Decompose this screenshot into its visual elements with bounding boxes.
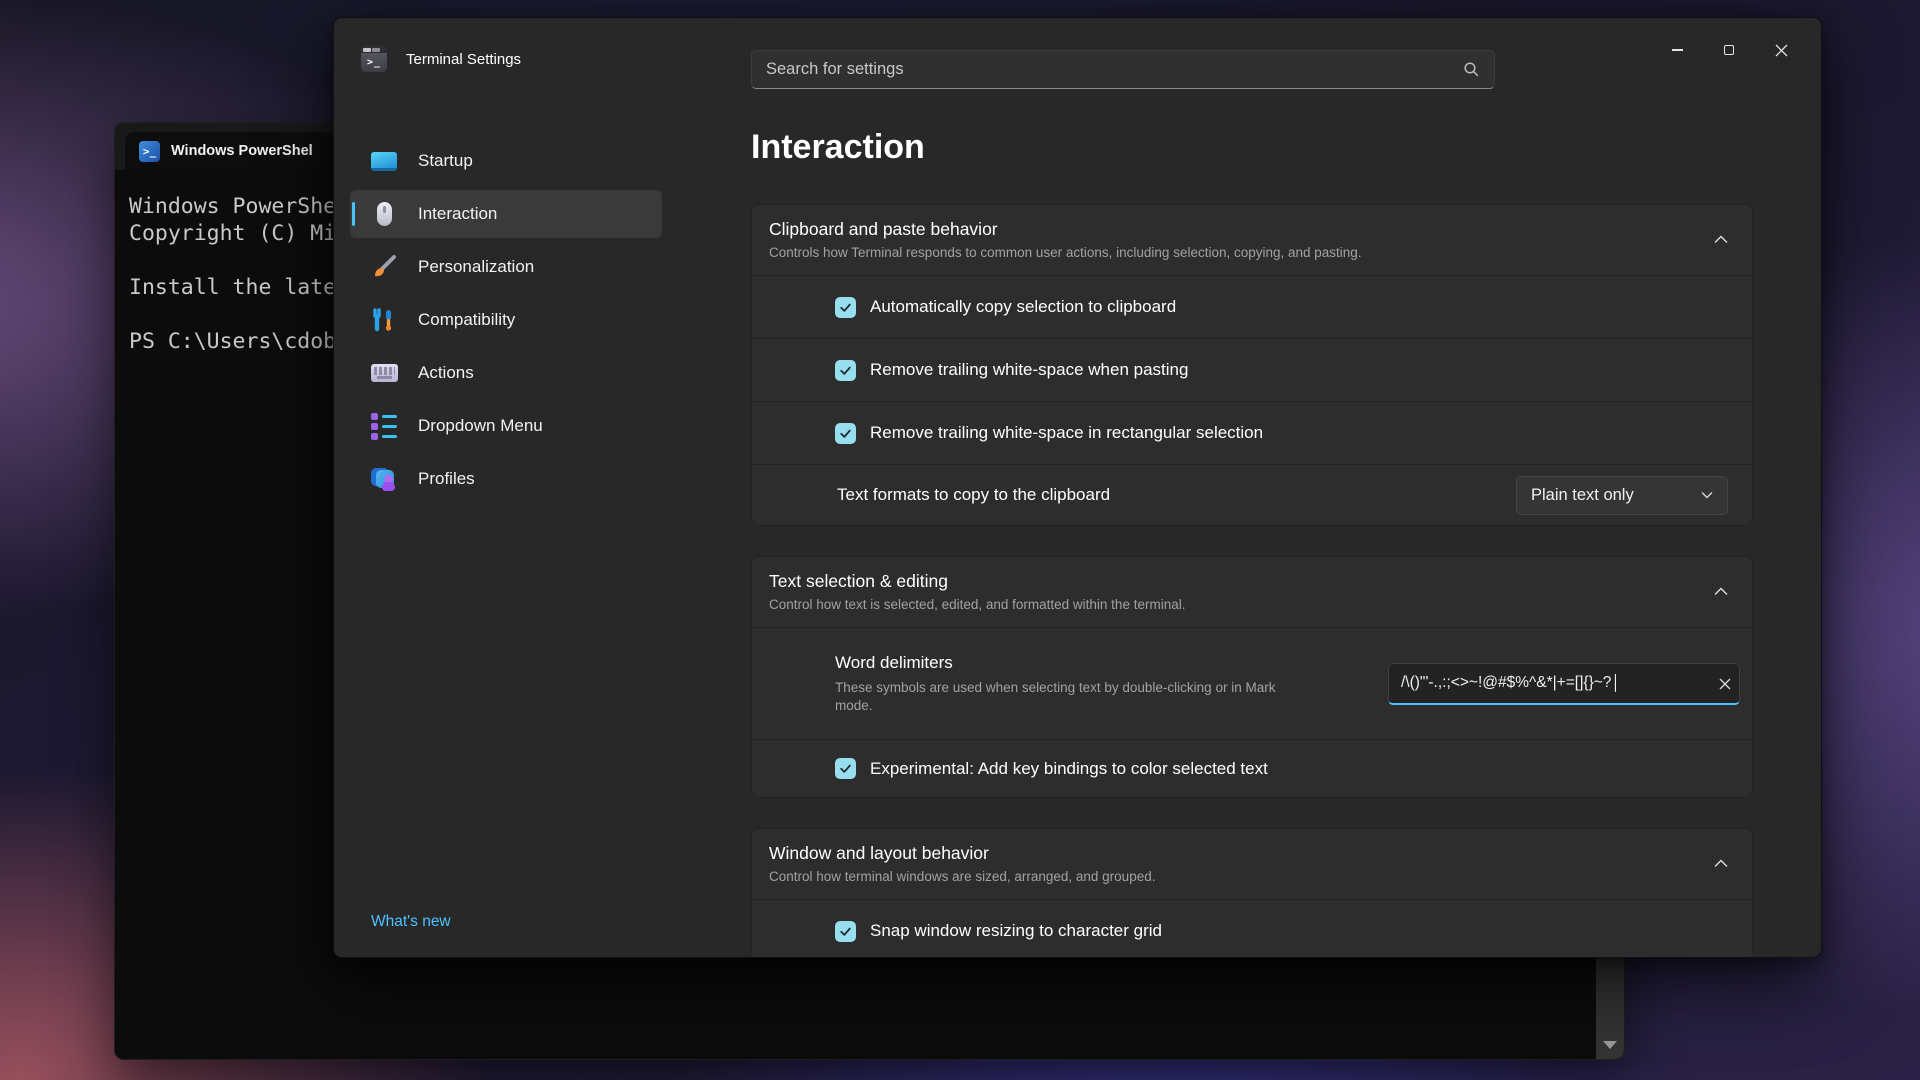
tools-icon — [370, 306, 398, 334]
setting-label: Automatically copy selection to clipboar… — [870, 297, 1177, 316]
check-icon — [840, 303, 851, 312]
settings-content: Interaction Clipboard and paste behavior… — [751, 128, 1753, 957]
close-icon — [1719, 678, 1731, 689]
setting-label: Word delimiters — [835, 653, 953, 672]
scroll-down-arrow-icon[interactable] — [1603, 1041, 1617, 1049]
window-controls — [1651, 18, 1807, 82]
text-selection-card: Text selection & editing Control how tex… — [751, 556, 1753, 798]
page-title: Interaction — [751, 128, 925, 166]
keyboard-icon — [370, 359, 398, 387]
setting-label: Text formats to copy to the clipboard — [837, 485, 1111, 504]
powershell-tab-title: Windows PowerShel — [171, 143, 313, 159]
sidebar-item-profiles[interactable]: Profiles — [350, 455, 662, 503]
maximize-button[interactable] — [1703, 30, 1755, 70]
check-icon — [840, 366, 851, 375]
setting-row-auto-copy: Automatically copy selection to clipboar… — [752, 275, 1752, 338]
window-card-header[interactable]: Window and layout behavior Control how t… — [752, 829, 1752, 899]
settings-sidebar: Startup Interaction Personalization Comp… — [350, 137, 662, 508]
terminal-settings-icon: >_ — [361, 46, 387, 72]
setting-row-trim-paste: Remove trailing white-space when pasting — [752, 338, 1752, 401]
clear-input-button[interactable] — [1719, 663, 1731, 705]
sidebar-item-label: Compatibility — [418, 310, 516, 329]
chevron-up-icon[interactable] — [1714, 859, 1728, 868]
dropdown-selected-value: Plain text only — [1531, 485, 1634, 504]
terminal-settings-window: >_ Terminal Settings Startup — [333, 17, 1822, 958]
card-title: Clipboard and paste behavior — [769, 219, 998, 239]
sidebar-item-personalization[interactable]: Personalization — [350, 243, 662, 291]
word-delimiters-input[interactable] — [1388, 662, 1740, 705]
sidebar-item-compatibility[interactable]: Compatibility — [350, 296, 662, 344]
checkbox-checked[interactable] — [835, 359, 856, 381]
chevron-down-icon — [1701, 491, 1713, 499]
card-subtitle: Control how text is selected, edited, an… — [769, 597, 1186, 612]
card-title: Text selection & editing — [769, 571, 948, 591]
setting-row-experimental-keybindings: Experimental: Add key bindings to color … — [752, 739, 1752, 797]
paintbrush-icon — [370, 253, 398, 281]
monitor-icon — [370, 147, 398, 175]
chevron-up-icon[interactable] — [1714, 587, 1728, 596]
setting-label: Experimental: Add key bindings to color … — [870, 758, 1268, 778]
settings-search-box[interactable] — [751, 50, 1495, 89]
check-icon — [840, 429, 851, 438]
sidebar-item-label: Profiles — [418, 469, 475, 488]
check-icon — [840, 764, 851, 773]
sidebar-item-actions[interactable]: Actions — [350, 349, 662, 397]
whats-new-link[interactable]: What's new — [371, 913, 451, 931]
sidebar-item-label: Personalization — [418, 257, 535, 276]
setting-row-copy-formats: Text formats to copy to the clipboard Pl… — [752, 464, 1752, 525]
window-layout-card: Window and layout behavior Control how t… — [751, 828, 1753, 957]
close-button[interactable] — [1755, 30, 1807, 70]
minimize-icon — [1671, 49, 1683, 51]
setting-row-word-delimiters: Word delimiters These symbols are used w… — [752, 627, 1752, 739]
clipboard-card-header[interactable]: Clipboard and paste behavior Controls ho… — [752, 205, 1752, 275]
setting-label: Snap window resizing to character grid — [870, 921, 1162, 940]
card-title: Window and layout behavior — [769, 843, 989, 863]
copy-formats-dropdown[interactable]: Plain text only — [1516, 475, 1728, 515]
list-icon — [370, 412, 398, 440]
setting-row-trim-rect-selection: Remove trailing white-space in rectangul… — [752, 401, 1752, 464]
powershell-icon: >_ — [139, 140, 160, 162]
sidebar-item-label: Actions — [418, 363, 474, 382]
search-icon[interactable] — [1463, 61, 1480, 78]
clipboard-paste-card: Clipboard and paste behavior Controls ho… — [751, 204, 1753, 526]
mouse-icon — [370, 200, 398, 228]
selection-card-header[interactable]: Text selection & editing Control how tex… — [752, 557, 1752, 627]
setting-label: Remove trailing white-space in rectangul… — [870, 423, 1264, 442]
sidebar-item-label: Interaction — [418, 204, 498, 223]
card-subtitle: Control how terminal windows are sized, … — [769, 869, 1156, 884]
maximize-icon — [1724, 45, 1734, 55]
sidebar-item-label: Startup — [418, 151, 473, 170]
checkbox-checked[interactable] — [835, 920, 856, 942]
sidebar-item-label: Dropdown Menu — [418, 416, 543, 435]
chevron-up-icon[interactable] — [1714, 235, 1728, 244]
setting-description: These symbols are used when selecting te… — [835, 680, 1276, 713]
selected-accent-bar — [352, 202, 355, 226]
setting-label: Remove trailing white-space when pasting — [870, 360, 1189, 379]
sidebar-item-interaction[interactable]: Interaction — [350, 190, 662, 238]
check-icon — [840, 927, 851, 936]
close-icon — [1775, 44, 1787, 56]
setting-row-snap-resizing: Snap window resizing to character grid — [752, 899, 1752, 957]
window-title: Terminal Settings — [406, 51, 522, 68]
sidebar-item-dropdown-menu[interactable]: Dropdown Menu — [350, 402, 662, 450]
search-input[interactable] — [752, 51, 1463, 88]
checkbox-checked[interactable] — [835, 758, 856, 779]
checkbox-checked[interactable] — [835, 422, 856, 444]
minimize-button[interactable] — [1651, 30, 1703, 70]
card-subtitle: Controls how Terminal responds to common… — [769, 245, 1362, 260]
profiles-icon — [370, 465, 398, 493]
checkbox-checked[interactable] — [835, 296, 856, 318]
sidebar-item-startup[interactable]: Startup — [350, 137, 662, 185]
